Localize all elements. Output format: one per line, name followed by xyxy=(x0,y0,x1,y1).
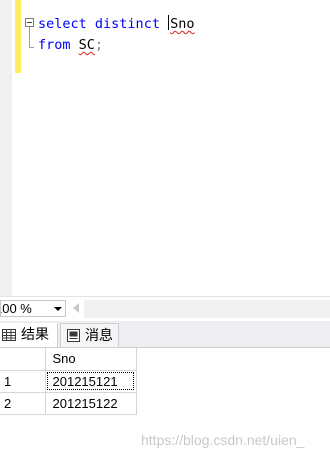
scroll-left-icon[interactable] xyxy=(73,303,79,313)
editor-gutter xyxy=(0,0,12,296)
table-cell-sno[interactable]: 201215121 xyxy=(44,369,137,393)
table-cell-sno[interactable]: 201215122 xyxy=(44,391,137,415)
editor-status-bar: 100 % xyxy=(0,296,330,321)
chevron-down-icon[interactable] xyxy=(54,307,62,311)
table-row[interactable]: 2 201215122 xyxy=(0,391,137,415)
keyword-from: from xyxy=(38,37,71,53)
message-icon xyxy=(67,329,80,342)
column-identifier: Sno xyxy=(170,16,195,32)
results-tab-strip: 结果 消息 xyxy=(0,321,330,348)
code-line-1[interactable]: select distinct Sno xyxy=(38,15,194,33)
tab-results-label: 结果 xyxy=(21,327,49,343)
statement-terminator: ; xyxy=(94,37,104,53)
tab-messages[interactable]: 消息 xyxy=(60,323,119,347)
table-identifier: SC xyxy=(78,37,95,53)
keyword-select: select xyxy=(38,16,87,32)
keyword-distinct: distinct xyxy=(94,16,160,32)
tab-messages-label: 消息 xyxy=(85,328,113,344)
query-editor[interactable]: select distinct Sno from SC; xyxy=(0,0,330,296)
header-row: Sno xyxy=(0,348,137,371)
outline-line xyxy=(29,27,30,47)
outline-line-end xyxy=(29,47,34,48)
grid-icon xyxy=(2,329,16,341)
table-row[interactable]: 1 201215121 xyxy=(0,369,137,393)
tab-results[interactable]: 结果 xyxy=(0,323,58,347)
row-header-corner[interactable] xyxy=(0,348,46,371)
horizontal-scrollbar[interactable] xyxy=(84,300,330,318)
code-line-2[interactable]: from SC; xyxy=(38,36,103,54)
zoom-dropdown[interactable]: 100 % xyxy=(0,300,66,317)
zoom-level: 100 % xyxy=(1,301,32,316)
column-header-sno[interactable]: Sno xyxy=(44,348,137,371)
text-caret xyxy=(168,15,170,30)
row-number[interactable]: 1 xyxy=(0,369,46,393)
watermark: https://blog.csdn.net/uien_ xyxy=(141,432,305,448)
results-table: Sno 1 201215121 2 201215122 xyxy=(0,348,137,415)
change-tracking-bar xyxy=(15,0,21,73)
collapse-toggle-icon[interactable] xyxy=(25,18,34,27)
row-number[interactable]: 2 xyxy=(0,391,46,415)
